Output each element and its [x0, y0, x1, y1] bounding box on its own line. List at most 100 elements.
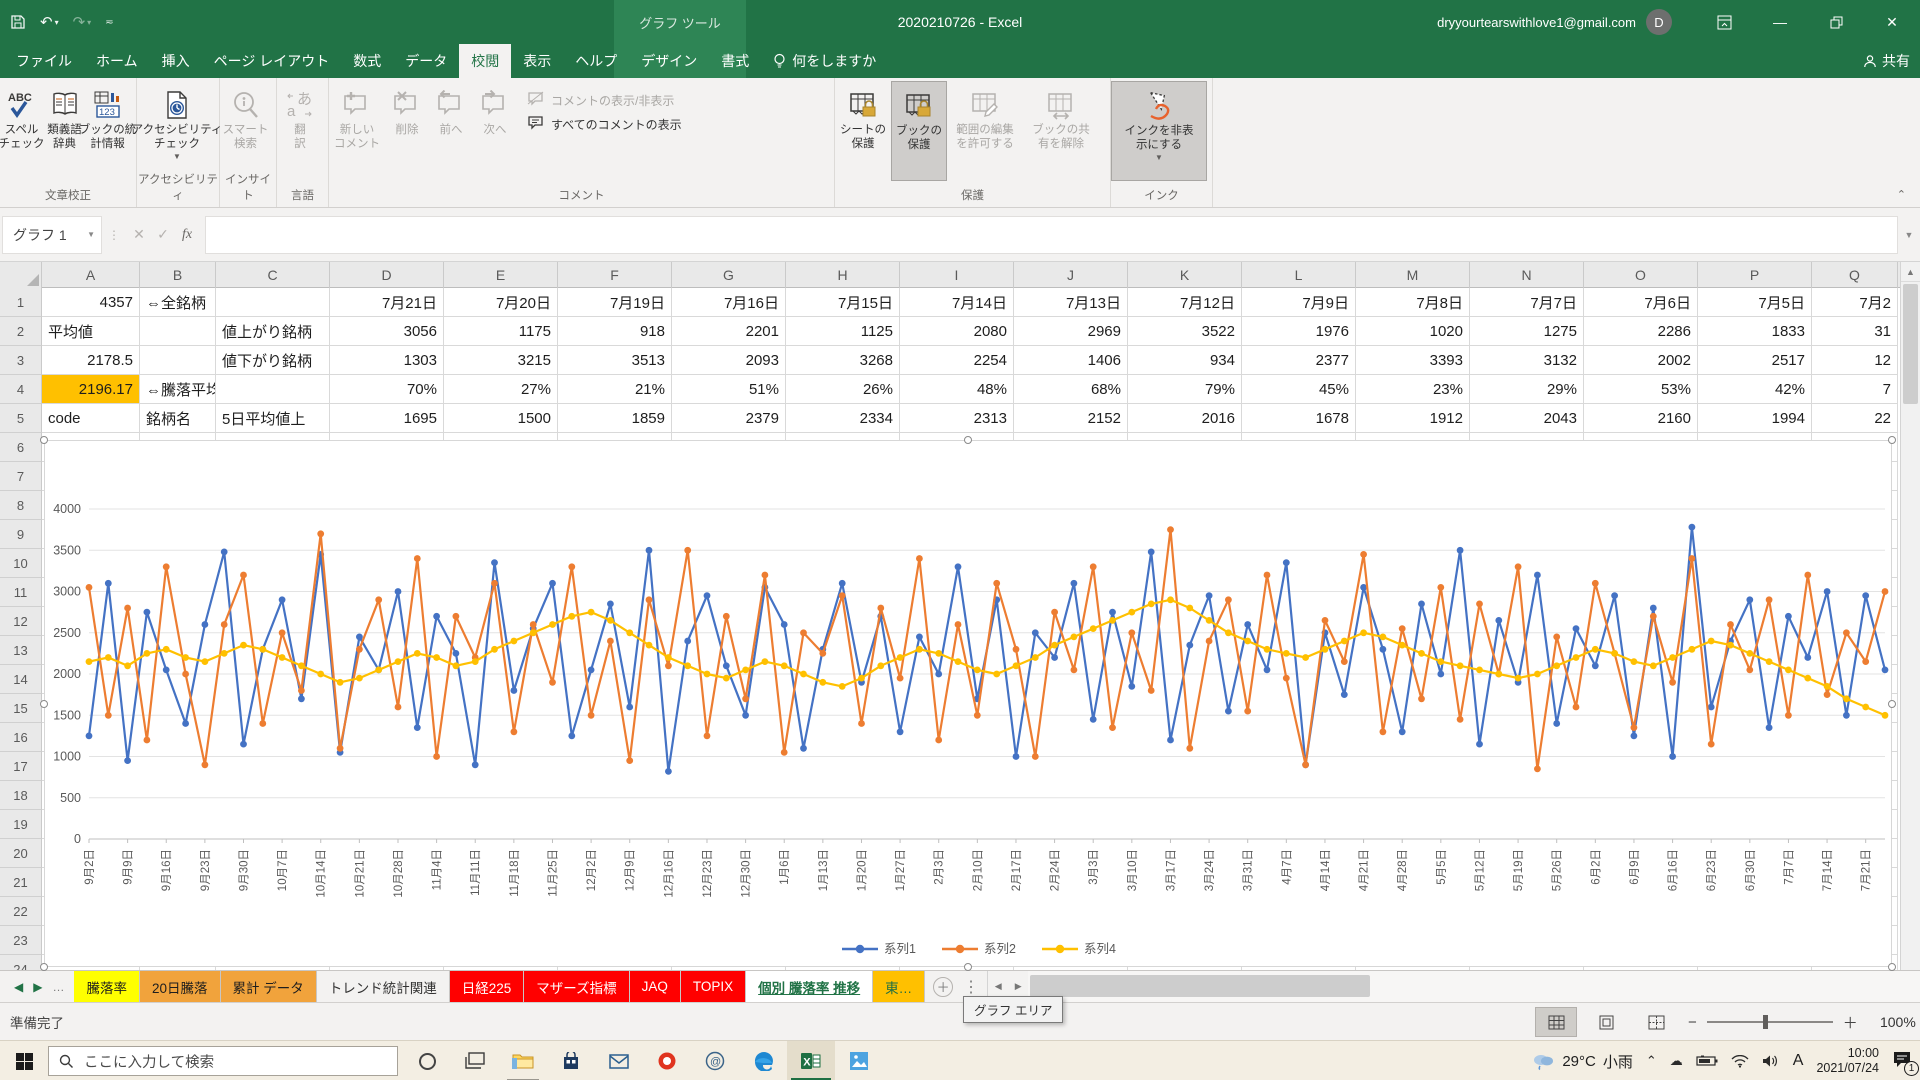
cell-O1[interactable]: 7月6日 — [1584, 288, 1698, 317]
cell-L2[interactable]: 1976 — [1242, 317, 1356, 346]
cell-O4[interactable]: 53% — [1584, 375, 1698, 404]
more-sheets-icon[interactable]: … — [52, 980, 64, 994]
cell-L1[interactable]: 7月9日 — [1242, 288, 1356, 317]
ribbon-tab-ファイル[interactable]: ファイル — [4, 44, 84, 78]
scroll-up-icon[interactable]: ▲ — [1901, 262, 1920, 282]
cell-F3[interactable]: 3513 — [558, 346, 672, 375]
volume-icon[interactable] — [1762, 1054, 1780, 1068]
save-icon[interactable] — [10, 14, 26, 30]
zoom-in-icon[interactable]: ＋ — [1843, 1012, 1858, 1033]
cell-G1[interactable]: 7月16日 — [672, 288, 786, 317]
cell-K1[interactable]: 7月12日 — [1128, 288, 1242, 317]
taskbar-app-people-icon[interactable]: @ — [691, 1041, 739, 1080]
new-comment-button[interactable]: 新しいコメント — [329, 81, 385, 181]
cell-N3[interactable]: 3132 — [1470, 346, 1584, 375]
chart-selection-handle[interactable] — [1888, 436, 1896, 444]
sheet-tab-日経225[interactable]: 日経225 — [450, 971, 525, 1002]
cell-A5[interactable]: code — [42, 404, 140, 433]
chart-selection-handle[interactable] — [1888, 963, 1896, 971]
sheet-tab-トレンド統計関連[interactable]: トレンド統計関連 — [317, 971, 450, 1002]
page-break-view-icon[interactable] — [1635, 1007, 1677, 1037]
cell-D1[interactable]: 7月21日 — [330, 288, 444, 317]
row-header-16[interactable]: 16 — [0, 723, 42, 752]
cell-D3[interactable]: 1303 — [330, 346, 444, 375]
translate-button[interactable]: あa翻訳 — [277, 81, 323, 181]
horizontal-scroll-track[interactable] — [1028, 971, 1920, 1002]
customize-qat-icon[interactable]: ≂ — [105, 17, 113, 28]
onedrive-icon[interactable]: ☁ — [1670, 1053, 1683, 1069]
chart-selection-handle[interactable] — [40, 436, 48, 444]
row-header-20[interactable]: 20 — [0, 839, 42, 868]
enter-formula-icon[interactable]: ✓ — [151, 226, 175, 243]
scroll-left-icon[interactable]: ◀ — [988, 981, 1008, 992]
spell-check-button[interactable]: ABCスペルチェック — [0, 81, 43, 181]
taskbar-app-task-view-icon[interactable] — [451, 1041, 499, 1080]
column-header-C[interactable]: C — [216, 262, 330, 288]
row-header-17[interactable]: 17 — [0, 752, 42, 781]
protect-workbook-button[interactable]: ブックの保護 — [891, 81, 947, 181]
cell-J2[interactable]: 2969 — [1014, 317, 1128, 346]
sheet-tab-累計-データ[interactable]: 累計 データ — [221, 971, 317, 1002]
column-header-Q[interactable]: Q — [1812, 262, 1898, 288]
restore-button[interactable] — [1808, 0, 1864, 44]
cell-M1[interactable]: 7月8日 — [1356, 288, 1470, 317]
cell-C5[interactable]: 5日平均値上 — [216, 404, 330, 433]
cell-D2[interactable]: 3056 — [330, 317, 444, 346]
row-header-21[interactable]: 21 — [0, 868, 42, 897]
column-header-G[interactable]: G — [672, 262, 786, 288]
cell-B1[interactable]: ⇔全銘柄 — [140, 288, 216, 317]
taskbar-app-mail-icon[interactable] — [595, 1041, 643, 1080]
column-header-P[interactable]: P — [1698, 262, 1812, 288]
column-header-L[interactable]: L — [1242, 262, 1356, 288]
column-header-D[interactable]: D — [330, 262, 444, 288]
normal-view-icon[interactable] — [1535, 1007, 1577, 1037]
cell-Q5[interactable]: 22 — [1812, 404, 1898, 433]
delete-comment-button[interactable]: 削除 — [385, 81, 429, 181]
cell-P2[interactable]: 1833 — [1698, 317, 1812, 346]
row-header-15[interactable]: 15 — [0, 694, 42, 723]
sheet-nav-right-icon[interactable]: ▶ — [33, 980, 42, 994]
column-header-O[interactable]: O — [1584, 262, 1698, 288]
taskbar-app-excel-icon[interactable]: X — [787, 1041, 835, 1080]
ribbon-tab-書式[interactable]: 書式 — [709, 44, 761, 78]
cell-J5[interactable]: 2152 — [1014, 404, 1128, 433]
share-button[interactable]: 共有 — [1863, 44, 1910, 78]
sheet-tab-20日騰落[interactable]: 20日騰落 — [140, 971, 221, 1002]
cell-B3[interactable] — [140, 346, 216, 375]
ribbon-tab-ヘルプ[interactable]: ヘルプ — [563, 44, 629, 78]
cell-G3[interactable]: 2093 — [672, 346, 786, 375]
row-header-4[interactable]: 4 — [0, 375, 42, 404]
cell-F1[interactable]: 7月19日 — [558, 288, 672, 317]
sheet-tab-騰落率[interactable]: 騰落率 — [74, 971, 140, 1002]
column-header-F[interactable]: F — [558, 262, 672, 288]
cell-K5[interactable]: 2016 — [1128, 404, 1242, 433]
cell-A1[interactable]: 4357 — [42, 288, 140, 317]
row-header-6[interactable]: 6 — [0, 433, 42, 462]
horizontal-scroll-thumb[interactable] — [1030, 975, 1370, 997]
cell-N2[interactable]: 1275 — [1470, 317, 1584, 346]
ribbon-tab-表示[interactable]: 表示 — [511, 44, 563, 78]
ribbon-tab-数式[interactable]: 数式 — [341, 44, 393, 78]
cell-G2[interactable]: 2201 — [672, 317, 786, 346]
next-comment-button[interactable]: 次へ — [473, 81, 517, 181]
show-hide-comment-button[interactable]: コメントの表示/非表示 — [527, 91, 682, 109]
formula-input[interactable] — [205, 216, 1898, 254]
cell-H2[interactable]: 1125 — [786, 317, 900, 346]
cell-E4[interactable]: 27% — [444, 375, 558, 404]
chart-selection-handle[interactable] — [40, 963, 48, 971]
ime-mode-indicator[interactable]: A — [1793, 1052, 1804, 1070]
cell-I1[interactable]: 7月14日 — [900, 288, 1014, 317]
workbook-stats-button[interactable]: 123ブックの統計情報 — [86, 81, 129, 181]
taskbar-app-edge-icon[interactable] — [739, 1041, 787, 1080]
smart-lookup-button[interactable]: スマート検索 — [220, 81, 271, 181]
column-header-A[interactable]: A — [42, 262, 140, 288]
row-header-24[interactable]: 24 — [0, 955, 42, 970]
redo-button[interactable]: ↷▾ — [73, 13, 92, 31]
cell-F4[interactable]: 21% — [558, 375, 672, 404]
name-box-dropdown-icon[interactable]: ▼ — [87, 230, 95, 239]
cell-P5[interactable]: 1994 — [1698, 404, 1812, 433]
chart-selection-handle[interactable] — [1888, 700, 1896, 708]
cell-Q2[interactable]: 31 — [1812, 317, 1898, 346]
cell-L4[interactable]: 45% — [1242, 375, 1356, 404]
row-header-14[interactable]: 14 — [0, 665, 42, 694]
